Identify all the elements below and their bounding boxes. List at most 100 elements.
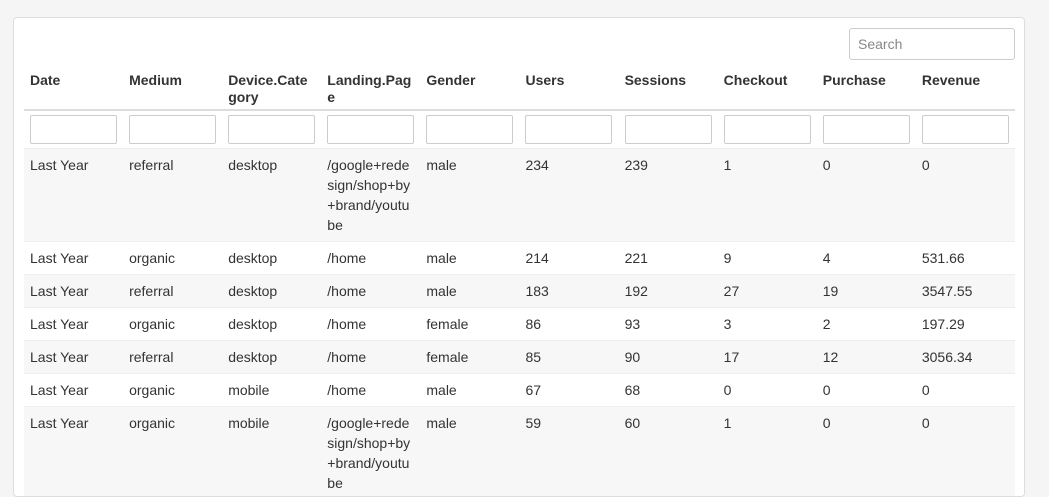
cell-sessions: 60 bbox=[619, 407, 718, 497]
filter-input-medium[interactable] bbox=[129, 115, 216, 144]
filter-input-purchase[interactable] bbox=[823, 115, 910, 144]
cell-medium: organic bbox=[123, 374, 222, 407]
cell-medium: referral bbox=[123, 149, 222, 242]
column-header-checkout[interactable]: Checkout bbox=[718, 68, 817, 110]
column-header-medium[interactable]: Medium bbox=[123, 68, 222, 110]
filter-input-landing-page[interactable] bbox=[327, 115, 414, 144]
cell-revenue: 0 bbox=[916, 149, 1015, 242]
cell-date: Last Year bbox=[24, 149, 123, 242]
cell-gender: male bbox=[420, 149, 519, 242]
data-table: Date Medium Device.Category Landing.Page… bbox=[24, 68, 1015, 497]
cell-landing-page: /home bbox=[321, 242, 420, 275]
filter-input-revenue[interactable] bbox=[922, 115, 1009, 144]
cell-sessions: 90 bbox=[619, 341, 718, 374]
filter-input-date[interactable] bbox=[30, 115, 117, 144]
table-row[interactable]: Last Yearreferraldesktop/google+redesign… bbox=[24, 149, 1015, 242]
cell-device-category: desktop bbox=[222, 341, 321, 374]
cell-users: 86 bbox=[519, 308, 618, 341]
cell-users: 59 bbox=[519, 407, 618, 497]
cell-device-category: mobile bbox=[222, 407, 321, 497]
cell-date: Last Year bbox=[24, 275, 123, 308]
table-row[interactable]: Last Yearreferraldesktop/homemale1831922… bbox=[24, 275, 1015, 308]
cell-checkout: 17 bbox=[718, 341, 817, 374]
cell-checkout: 1 bbox=[718, 149, 817, 242]
filter-input-checkout[interactable] bbox=[724, 115, 811, 144]
column-header-device-category[interactable]: Device.Category bbox=[222, 68, 321, 110]
cell-users: 183 bbox=[519, 275, 618, 308]
header-row: Date Medium Device.Category Landing.Page… bbox=[24, 68, 1015, 110]
cell-checkout: 0 bbox=[718, 374, 817, 407]
table-row[interactable]: Last Yearorganicdesktop/homefemale869332… bbox=[24, 308, 1015, 341]
data-table-panel: Date Medium Device.Category Landing.Page… bbox=[13, 17, 1025, 497]
cell-sessions: 68 bbox=[619, 374, 718, 407]
cell-gender: male bbox=[420, 374, 519, 407]
cell-device-category: desktop bbox=[222, 308, 321, 341]
cell-medium: organic bbox=[123, 407, 222, 497]
column-header-purchase[interactable]: Purchase bbox=[817, 68, 916, 110]
cell-checkout: 9 bbox=[718, 242, 817, 275]
column-header-sessions[interactable]: Sessions bbox=[619, 68, 718, 110]
cell-landing-page: /home bbox=[321, 275, 420, 308]
cell-gender: male bbox=[420, 407, 519, 497]
cell-revenue: 3056.34 bbox=[916, 341, 1015, 374]
cell-date: Last Year bbox=[24, 407, 123, 497]
cell-users: 67 bbox=[519, 374, 618, 407]
cell-purchase: 12 bbox=[817, 341, 916, 374]
column-header-revenue[interactable]: Revenue bbox=[916, 68, 1015, 110]
filter-input-device-category[interactable] bbox=[228, 115, 315, 144]
cell-landing-page: /google+redesign/shop+by+brand/youtube bbox=[321, 149, 420, 242]
cell-device-category: desktop bbox=[222, 149, 321, 242]
cell-revenue: 3547.55 bbox=[916, 275, 1015, 308]
table-row[interactable]: Last Yearorganicmobile/homemale6768000 bbox=[24, 374, 1015, 407]
cell-revenue: 197.29 bbox=[916, 308, 1015, 341]
cell-checkout: 3 bbox=[718, 308, 817, 341]
cell-medium: referral bbox=[123, 275, 222, 308]
cell-purchase: 4 bbox=[817, 242, 916, 275]
cell-purchase: 2 bbox=[817, 308, 916, 341]
cell-purchase: 0 bbox=[817, 149, 916, 242]
cell-revenue: 531.66 bbox=[916, 242, 1015, 275]
column-header-gender[interactable]: Gender bbox=[420, 68, 519, 110]
cell-medium: referral bbox=[123, 341, 222, 374]
filter-row bbox=[24, 110, 1015, 149]
cell-purchase: 0 bbox=[817, 374, 916, 407]
search-input[interactable] bbox=[849, 28, 1015, 60]
cell-medium: organic bbox=[123, 308, 222, 341]
column-header-date[interactable]: Date bbox=[24, 68, 123, 110]
cell-gender: female bbox=[420, 308, 519, 341]
cell-purchase: 19 bbox=[817, 275, 916, 308]
filter-input-gender[interactable] bbox=[426, 115, 513, 144]
cell-device-category: desktop bbox=[222, 275, 321, 308]
cell-landing-page: /home bbox=[321, 308, 420, 341]
column-header-users[interactable]: Users bbox=[519, 68, 618, 110]
cell-landing-page: /google+redesign/shop+by+brand/youtube bbox=[321, 407, 420, 497]
cell-sessions: 93 bbox=[619, 308, 718, 341]
cell-date: Last Year bbox=[24, 374, 123, 407]
cell-sessions: 192 bbox=[619, 275, 718, 308]
cell-landing-page: /home bbox=[321, 341, 420, 374]
cell-gender: male bbox=[420, 275, 519, 308]
cell-sessions: 239 bbox=[619, 149, 718, 242]
cell-users: 234 bbox=[519, 149, 618, 242]
table-row[interactable]: Last Yearreferraldesktop/homefemale85901… bbox=[24, 341, 1015, 374]
table-row[interactable]: Last Yearorganicmobile/google+redesign/s… bbox=[24, 407, 1015, 497]
table-body: Last Yearreferraldesktop/google+redesign… bbox=[24, 149, 1015, 497]
column-header-landing-page[interactable]: Landing.Page bbox=[321, 68, 420, 110]
cell-medium: organic bbox=[123, 242, 222, 275]
cell-date: Last Year bbox=[24, 242, 123, 275]
cell-checkout: 1 bbox=[718, 407, 817, 497]
table-row[interactable]: Last Yearorganicdesktop/homemale21422194… bbox=[24, 242, 1015, 275]
cell-landing-page: /home bbox=[321, 374, 420, 407]
cell-date: Last Year bbox=[24, 341, 123, 374]
filter-input-sessions[interactable] bbox=[625, 115, 712, 144]
cell-purchase: 0 bbox=[817, 407, 916, 497]
cell-gender: female bbox=[420, 341, 519, 374]
cell-revenue: 0 bbox=[916, 374, 1015, 407]
filter-input-users[interactable] bbox=[525, 115, 612, 144]
cell-sessions: 221 bbox=[619, 242, 718, 275]
cell-checkout: 27 bbox=[718, 275, 817, 308]
cell-device-category: desktop bbox=[222, 242, 321, 275]
cell-device-category: mobile bbox=[222, 374, 321, 407]
cell-gender: male bbox=[420, 242, 519, 275]
cell-revenue: 0 bbox=[916, 407, 1015, 497]
